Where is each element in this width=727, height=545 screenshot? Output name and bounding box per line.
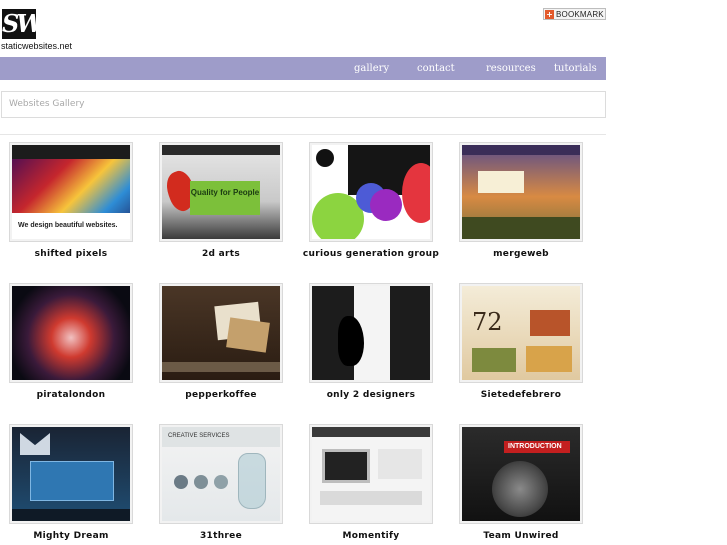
gallery-item-label[interactable]: piratalondon [9, 390, 133, 400]
gallery-item-label[interactable]: 2d arts [159, 249, 283, 259]
gallery-item-label[interactable]: 31three [159, 531, 283, 541]
thumb-photo [472, 348, 516, 372]
thumb-logo [316, 149, 334, 167]
thumb-photo [226, 317, 270, 353]
thumbnail-image: INTRODUCTION [462, 427, 580, 521]
logo-box: SW staticwebsites.net [1, 7, 73, 52]
thumb-dot [174, 475, 188, 489]
thumbnail-image [162, 286, 280, 380]
thumbnail[interactable] [9, 283, 133, 383]
thumb-jar [238, 453, 266, 509]
gallery-item-label[interactable]: Mighty Dream [9, 531, 133, 541]
thumbnail-text: Quality for People [190, 181, 260, 215]
thumb-ground [462, 217, 580, 239]
thumb-text-block [378, 449, 422, 479]
thumbnail-text: CREATIVE SERVICES [168, 433, 230, 439]
thumbnail[interactable]: Quality for People [159, 142, 283, 242]
thumbnail[interactable]: INTRODUCTION [459, 424, 583, 524]
thumb-dot [214, 475, 228, 489]
thumb-row [320, 491, 422, 505]
thumbnail-image: 72 [462, 286, 580, 380]
bookmark-label: BOOKMARK [556, 9, 604, 19]
thumb-panel [478, 171, 524, 193]
thumb-dot [194, 475, 208, 489]
thumbnail[interactable]: 72 [459, 283, 583, 383]
thumbnail-image [462, 145, 580, 239]
thumbnail[interactable]: CREATIVE SERVICES [159, 424, 283, 524]
thumb-disc [492, 461, 548, 517]
divider [0, 134, 606, 135]
thumbnail-image: CREATIVE SERVICES [162, 427, 280, 521]
nav-resources[interactable]: resources [486, 57, 536, 80]
thumbnail-text: We design beautiful websites. [18, 222, 118, 229]
gallery-item-label[interactable]: curious generation group [289, 249, 453, 259]
gallery-item-label[interactable]: shifted pixels [9, 249, 133, 259]
top-nav: gallery contact resources tutorials [0, 57, 606, 80]
gallery-item-label[interactable]: only 2 designers [309, 390, 433, 400]
gallery-item-label[interactable]: mergeweb [459, 249, 583, 259]
plus-icon: + [545, 9, 554, 19]
nav-gallery[interactable]: gallery [354, 57, 389, 80]
thumb-bar [162, 145, 280, 155]
thumb-splat [338, 316, 364, 366]
thumb-bar [462, 145, 580, 155]
thumb-logo [20, 433, 50, 455]
gallery-item-label[interactable]: pepperkoffee [159, 390, 283, 400]
thumbnail-text: 72 [472, 308, 503, 336]
gallery-item-label[interactable]: Team Unwired [459, 531, 583, 541]
thumb-strip [162, 362, 280, 372]
thumbnail[interactable] [309, 283, 433, 383]
thumbnail-image [12, 286, 130, 380]
thumbnail[interactable] [9, 424, 133, 524]
search-input[interactable]: Websites Gallery [1, 91, 606, 118]
thumb-photo [526, 346, 572, 372]
thumbnail-image: We design beautiful websites. [12, 145, 130, 239]
thumbnail[interactable] [309, 424, 433, 524]
logo-mark-icon: SW [2, 9, 43, 39]
thumbnail[interactable] [459, 142, 583, 242]
bookmark-button[interactable]: + BOOKMARK [543, 8, 606, 20]
logo-text: staticwebsites.net [1, 41, 73, 51]
thumbnail-image [312, 286, 430, 380]
thumb-bar [12, 509, 130, 521]
thumbnail-image [12, 427, 130, 521]
thumb-photo [530, 310, 570, 336]
thumbnail[interactable] [309, 142, 433, 242]
thumbnail-image [312, 145, 430, 239]
thumbnail-image [312, 427, 430, 521]
nav-tutorials[interactable]: tutorials [554, 57, 597, 80]
thumb-panel [30, 461, 114, 501]
thumbnail-image: Quality for People [162, 145, 280, 239]
thumb-circle [370, 189, 402, 221]
thumbnail-text: INTRODUCTION [508, 443, 562, 450]
nav-contact[interactable]: contact [417, 57, 455, 80]
gallery-item-label[interactable]: Momentify [309, 531, 433, 541]
gallery-item-label[interactable]: Sietedefebrero [459, 390, 583, 400]
thumbnail[interactable] [159, 283, 283, 383]
thumb-label-bar: INTRODUCTION [504, 441, 570, 453]
site-logo[interactable]: SW staticwebsites.net [0, 7, 73, 52]
thumb-circle [402, 163, 430, 223]
thumbnail[interactable]: We design beautiful websites. [9, 142, 133, 242]
thumb-monitor [322, 449, 370, 483]
thumb-bar [312, 427, 430, 437]
thumb-header: CREATIVE SERVICES [162, 427, 280, 447]
search-placeholder: Websites Gallery [9, 99, 85, 109]
